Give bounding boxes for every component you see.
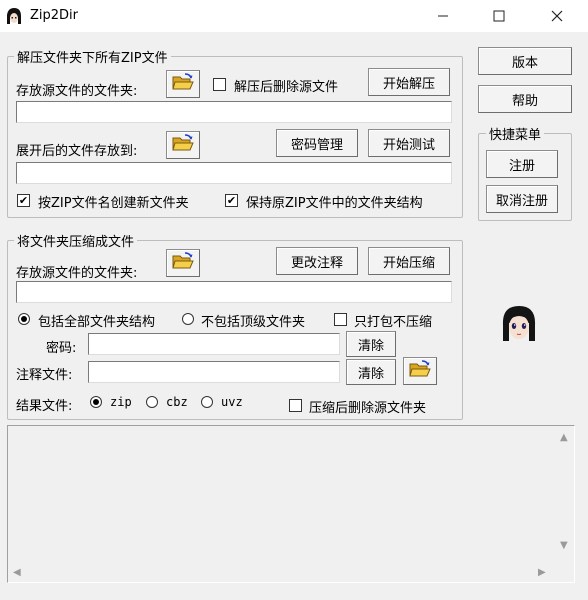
register-button[interactable]: 注册 xyxy=(486,150,558,178)
version-button[interactable]: 版本 xyxy=(478,47,572,75)
structure-no-top-radio[interactable] xyxy=(182,313,194,325)
quick-menu-title: 快捷菜单 xyxy=(486,124,545,143)
delete-after-compress-label: 压缩后删除源文件夹 xyxy=(309,401,427,416)
keep-structure-check-mark: ✔ xyxy=(226,194,237,207)
create-folder-label: 按ZIP文件名创建新文件夹 xyxy=(38,196,189,211)
scroll-up-arrow-icon[interactable]: ▲ xyxy=(560,432,568,443)
scroll-left-arrow-icon[interactable]: ◀ xyxy=(13,567,21,578)
compress-source-browse-button[interactable] xyxy=(166,249,200,277)
maximize-button[interactable] xyxy=(476,0,522,32)
compress-source-input[interactable] xyxy=(16,281,452,303)
extract-dest-browse-button[interactable] xyxy=(166,131,200,159)
keep-structure-label: 保持原ZIP文件中的文件夹结构 xyxy=(246,196,423,211)
delete-after-extract-label: 解压后删除源文件 xyxy=(234,80,339,95)
scroll-right-arrow-icon[interactable]: ▶ xyxy=(538,567,546,578)
start-test-button[interactable]: 开始测试 xyxy=(368,129,450,157)
log-output-area[interactable]: ▲ ▼ ◀ ▶ xyxy=(7,425,575,583)
store-only-label: 只打包不压缩 xyxy=(354,315,433,330)
result-file-label: 结果文件: xyxy=(16,399,73,414)
start-extract-button[interactable]: 开始解压 xyxy=(368,68,450,96)
vertical-scrollbar[interactable]: ▲ ▼ xyxy=(556,426,574,564)
unregister-button[interactable]: 取消注册 xyxy=(486,185,558,213)
change-comment-button[interactable]: 更改注释 xyxy=(276,247,358,275)
open-folder-icon xyxy=(409,360,431,382)
format-uvz-label: uvz xyxy=(221,395,243,409)
structure-no-top-label: 不包括顶级文件夹 xyxy=(201,315,306,330)
app-logo-icon xyxy=(4,6,24,26)
title-bar: Zip2Dir xyxy=(0,0,588,32)
compress-group-title: 将文件夹压缩成文件 xyxy=(14,231,138,250)
clear-comment-button[interactable]: 清除 xyxy=(346,359,396,385)
close-button[interactable] xyxy=(534,0,580,32)
mascot-image xyxy=(499,303,539,343)
extract-group-title: 解压文件夹下所有ZIP文件 xyxy=(14,47,171,66)
help-button[interactable]: 帮助 xyxy=(478,85,572,113)
radio-selected-dot xyxy=(21,316,27,322)
password-input[interactable] xyxy=(88,333,340,355)
password-manage-button[interactable]: 密码管理 xyxy=(276,129,358,157)
extract-dest-input[interactable] xyxy=(16,162,452,184)
keep-structure-checkbox[interactable]: ✔ xyxy=(225,194,238,207)
horizontal-scrollbar[interactable]: ◀ ▶ xyxy=(8,564,556,582)
extract-source-label: 存放源文件的文件夹: xyxy=(16,84,138,99)
open-folder-icon xyxy=(172,73,194,95)
log-text xyxy=(12,428,552,560)
compress-source-label: 存放源文件的文件夹: xyxy=(16,266,138,281)
format-cbz-radio[interactable] xyxy=(146,396,158,408)
delete-after-extract-checkbox[interactable] xyxy=(213,78,226,91)
format-cbz-label: cbz xyxy=(166,395,188,409)
create-folder-check-mark: ✔ xyxy=(18,194,29,207)
extract-source-input[interactable] xyxy=(16,101,452,123)
minimize-button[interactable] xyxy=(420,0,466,32)
comment-file-browse-button[interactable] xyxy=(403,357,437,385)
radio-selected-dot xyxy=(93,399,99,405)
comment-file-input[interactable] xyxy=(88,361,340,383)
extract-dest-label: 展开后的文件存放到: xyxy=(16,144,138,159)
password-label: 密码: xyxy=(46,341,77,356)
format-zip-radio[interactable] xyxy=(90,396,102,408)
comment-file-label: 注释文件: xyxy=(16,368,73,383)
structure-all-label: 包括全部文件夹结构 xyxy=(38,315,156,330)
open-folder-icon xyxy=(172,252,194,274)
clear-password-button[interactable]: 清除 xyxy=(346,331,396,357)
structure-all-radio[interactable] xyxy=(18,313,30,325)
window-title: Zip2Dir xyxy=(30,8,79,23)
open-folder-icon xyxy=(172,134,194,156)
create-folder-checkbox[interactable]: ✔ xyxy=(17,194,30,207)
store-only-checkbox[interactable] xyxy=(334,313,347,326)
format-uvz-radio[interactable] xyxy=(201,396,213,408)
start-compress-button[interactable]: 开始压缩 xyxy=(368,247,450,275)
format-zip-label: zip xyxy=(110,395,132,409)
extract-source-browse-button[interactable] xyxy=(166,70,200,98)
delete-after-compress-checkbox[interactable] xyxy=(289,399,302,412)
scroll-down-arrow-icon[interactable]: ▼ xyxy=(560,540,568,551)
